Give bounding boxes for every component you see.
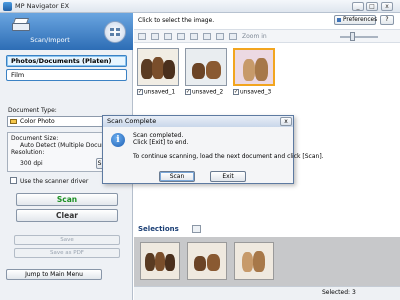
slider-handle[interactable] [350,32,355,41]
thumbnail-caption: ✓ unsaved_2 [185,89,224,96]
document-type-label: Document Type: [8,107,57,114]
invert-icon[interactable] [190,33,198,40]
status-bar: Selected: 3 [134,286,400,300]
document-size-label: Document Size: [11,135,59,142]
dialog-scan-button[interactable]: Scan [159,171,195,182]
dialog-message-2: Click [Exit] to end. [133,139,189,146]
correct-icon[interactable] [164,33,172,40]
crop-icon[interactable] [216,33,224,40]
scanned-image[interactable] [185,48,227,86]
thumbnail-checkbox[interactable]: ✓ [185,89,191,95]
selected-count: Selected: 3 [322,289,356,296]
scanned-image[interactable] [137,48,179,86]
scanner-icon [12,18,30,32]
selections-strip [134,237,400,286]
zoom-in-icon[interactable] [229,33,237,40]
thumbnail-item[interactable]: ✓ unsaved_1 [136,47,180,100]
instruction-text: Click to select the image. [138,17,215,24]
save-button[interactable]: Save [14,235,120,245]
minimize-button[interactable]: _ [352,2,364,11]
jump-to-main-menu-button[interactable]: Jump to Main Menu [6,269,102,280]
image-toolbar: Zoom in [134,29,400,43]
clear-button[interactable]: Clear [16,209,118,222]
selection-thumbnail[interactable] [140,242,180,280]
selection-thumbnail[interactable] [187,242,227,280]
scanner-driver-checkbox[interactable] [10,177,17,184]
thumbnail-caption: ✓ unsaved_1 [137,89,176,96]
dialog-message-3: To continue scanning, load the next docu… [133,153,324,160]
rotate-right-icon[interactable] [151,33,159,40]
dialog-title: Scan Complete [103,116,293,127]
source-platen-button[interactable]: Photos/Documents (Platen) [6,55,127,67]
scan-button[interactable]: Scan [16,193,118,206]
title-bar: MP Navigator EX _ □ x [0,0,400,13]
panel-title: Scan/Import [30,36,70,44]
thumbnail-size-slider[interactable] [340,36,378,38]
thumbnail-caption: ✓ unsaved_3 [233,89,272,96]
photo-icon [10,119,17,124]
view-mode-icon[interactable] [104,21,126,43]
help-button[interactable]: ? [380,15,394,25]
enhance-icon[interactable] [177,33,185,40]
adjust-icon[interactable] [203,33,211,40]
maximize-button[interactable]: □ [366,2,378,11]
resolution-value: 300 dpi [20,160,43,167]
selections-label: Selections [138,225,179,233]
save-pdf-button[interactable]: Save as PDF [14,248,120,258]
selections-view-icon[interactable] [192,225,201,233]
document-type-value: Color Photo [20,118,55,125]
scanned-image[interactable] [233,48,275,86]
preferences-icon [337,18,341,22]
rotate-left-icon[interactable] [138,33,146,40]
dialog-exit-button[interactable]: Exit [210,171,246,182]
app-icon [3,2,12,11]
preferences-button[interactable]: Preferences [334,15,378,25]
thumbnail-item-selected[interactable]: ✓ unsaved_3 [232,47,276,100]
thumbnail-checkbox[interactable]: ✓ [137,89,143,95]
source-film-button[interactable]: Film [6,69,127,81]
scanner-driver-label: Use the scanner driver [20,178,89,185]
info-icon: i [111,133,125,147]
close-button[interactable]: x [381,2,393,11]
zoom-label[interactable]: Zoom in [242,33,267,40]
window-title: MP Navigator EX [15,2,70,10]
dialog-close-button[interactable]: x [280,117,292,126]
preferences-label: Preferences [343,17,378,23]
selection-thumbnail[interactable] [234,242,274,280]
scan-complete-dialog: Scan Complete x i Scan completed. Click … [102,115,324,184]
thumbnail-item[interactable]: ✓ unsaved_2 [184,47,228,100]
scan-import-header: Scan/Import [0,13,133,50]
thumbnail-checkbox[interactable]: ✓ [233,89,239,95]
resolution-label: Resolution: [11,149,45,156]
dialog-message-1: Scan completed. [133,132,184,139]
